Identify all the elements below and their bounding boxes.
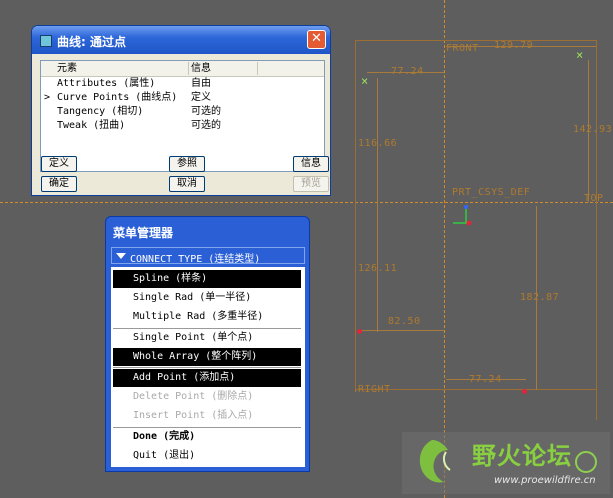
front-datum-label: FRONT [446, 43, 479, 54]
watermark-title: 野火论坛 [472, 442, 572, 470]
menu-item-quit[interactable]: Quit (退出) [113, 447, 301, 465]
close-icon: ✕ [311, 31, 322, 46]
dim-left-lower[interactable]: 126.11 [358, 263, 397, 274]
dim-line-left-vertical [377, 78, 378, 332]
dim-center-height[interactable]: 182.87 [520, 292, 559, 303]
right-plane-edge [596, 40, 597, 420]
top-datum-label: TOP [584, 193, 604, 204]
preview-button: 预览 [293, 176, 329, 192]
column-header-info: 信息 [191, 63, 211, 74]
table-row[interactable]: > Curve Points (曲线点) 定义 [41, 91, 324, 105]
dim-left-upper[interactable]: 116.66 [358, 138, 397, 149]
close-button[interactable]: ✕ [307, 30, 326, 49]
row-info: 定义 [191, 92, 211, 103]
row-info: 可选的 [191, 106, 221, 117]
row-info: 自由 [191, 78, 211, 89]
menu-item-multiple-rad[interactable]: Multiple Rad (多重半径) [113, 308, 301, 326]
column-header-element: 元素 [57, 63, 77, 74]
define-button[interactable]: 定义 [41, 156, 77, 172]
table-header: 元素 信息 [41, 61, 324, 77]
curve-point-marker[interactable]: × [576, 49, 583, 61]
dim-left-offset[interactable]: 77.24 [391, 66, 424, 77]
collapse-arrow-icon [116, 253, 126, 259]
part-outline [355, 40, 597, 390]
right-datum-label: RIGHT [358, 384, 391, 395]
cancel-button[interactable]: 取消 [169, 176, 205, 192]
section-label: CONNECT TYPE (连结类型) [130, 254, 261, 265]
connect-type-section[interactable]: CONNECT TYPE (连结类型) [111, 247, 305, 265]
menu-manager: 菜单管理器 CONNECT TYPE (连结类型) Spline (样条) Si… [105, 216, 310, 472]
row-element: Attributes (属性) [57, 78, 156, 89]
ok-button[interactable]: 确定 [41, 176, 77, 192]
dialog-titlebar[interactable]: 曲线: 通过点 ✕ [32, 26, 330, 54]
csys-icon [445, 203, 475, 228]
menu-item-delete-point: Delete Point (删除点) [133, 391, 254, 402]
curve-point-marker[interactable]: × [361, 75, 368, 87]
menu-item-single-point[interactable]: Single Point (单个点) [113, 329, 301, 347]
row-element: Tweak (扭曲) [57, 120, 126, 131]
table-row[interactable]: Attributes (属性) 自由 [41, 77, 324, 91]
curve-dialog: 曲线: 通过点 ✕ 元素 信息 Attributes (属性) 自由 > Cur… [31, 25, 331, 196]
dim-mid-width[interactable]: 82.50 [388, 316, 421, 327]
forum-watermark: 野火论坛 www.proewildfire.cn [402, 432, 610, 494]
window-icon [40, 35, 52, 47]
row-element: Curve Points (曲线点) [57, 92, 178, 103]
row-element: Tangency (相切) [57, 106, 144, 117]
dim-right-height[interactable]: 142.93 [573, 124, 612, 135]
menu-items: Spline (样条) Single Rad (单一半径) Multiple R… [111, 267, 305, 467]
reference-button[interactable]: 参照 [169, 156, 205, 172]
info-button[interactable]: 信息 [293, 156, 329, 172]
datum-point-marker[interactable] [522, 389, 527, 394]
menu-item-add-point[interactable]: Add Point (添加点) [113, 369, 301, 387]
menu-item-insert-point: Insert Point (插入点) [133, 410, 254, 421]
menu-manager-title: 菜单管理器 [113, 226, 174, 240]
row-marker: > [44, 92, 51, 103]
table-row[interactable]: Tangency (相切) 可选的 [41, 105, 324, 119]
menu-item-single-rad[interactable]: Single Rad (单一半径) [113, 289, 301, 307]
menu-item-whole-array[interactable]: Whole Array (整个阵列) [113, 348, 301, 366]
dim-top-width[interactable]: 129.79 [494, 40, 533, 51]
table-row[interactable]: Tweak (扭曲) 可选的 [41, 119, 324, 133]
row-info: 可选的 [191, 120, 221, 131]
menu-item-done[interactable]: Done (完成) [113, 428, 301, 446]
csys-label: PRT_CSYS_DEF [452, 187, 531, 198]
menu-item-spline[interactable]: Spline (样条) [113, 270, 301, 288]
dim-line-mid [361, 330, 444, 331]
watermark-url: www.proewildfire.cn [494, 475, 596, 486]
dialog-title: 曲线: 通过点 [57, 35, 126, 49]
datum-point-marker[interactable] [357, 329, 362, 334]
dim-bottom-width[interactable]: 77.24 [469, 374, 502, 385]
